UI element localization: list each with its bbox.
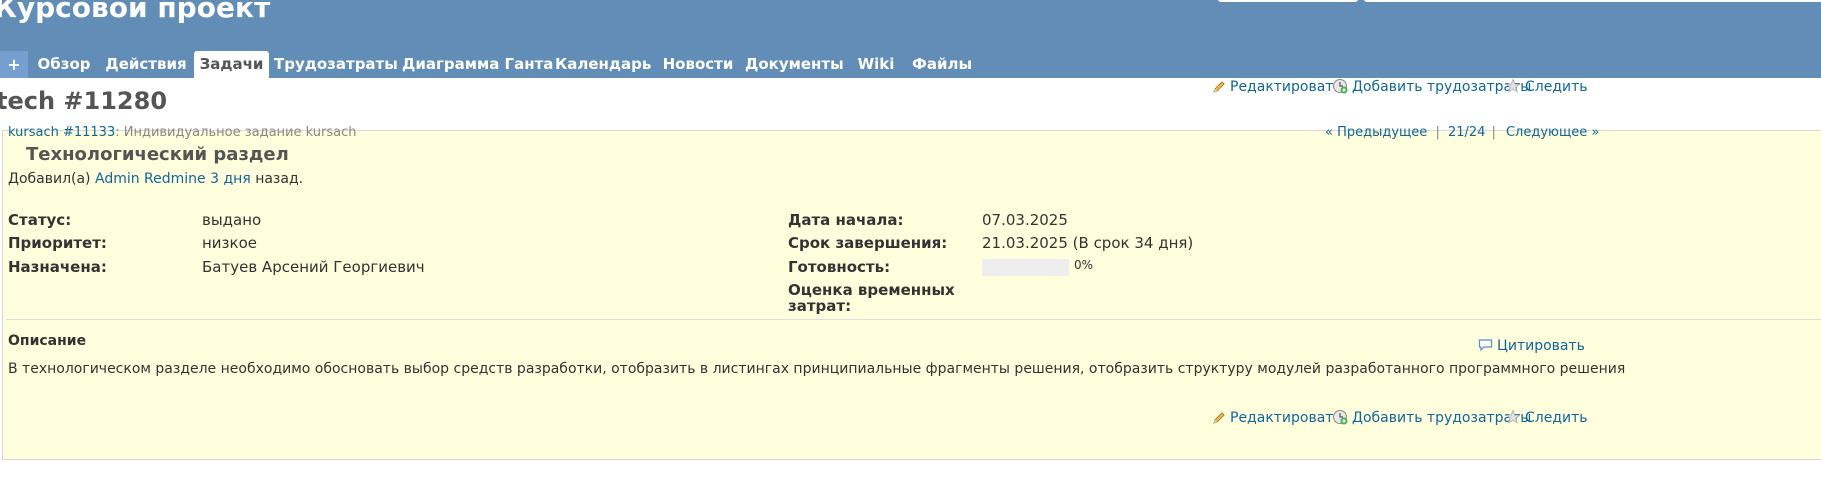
author-link[interactable]: Admin Redmine [95,171,206,187]
tab-wiki[interactable]: Wiki [852,51,900,78]
done-ratio-progress-bar [982,259,1069,276]
issue-navigation: « Предыдущее | 21/24 | Следующее » [1325,125,1599,140]
nav-separator: | [1435,125,1440,140]
edit-label: Редактировать [1230,410,1342,426]
parent-issue-line: kursach #11133: Индивидуальное задание k… [8,125,356,140]
tab-overview[interactable]: Обзор [32,51,96,78]
project-header: Курсовой проект + Обзор Действия Задачи … [0,0,1821,78]
start-date-value: 07.03.2025 [982,211,1068,229]
issue-subject: Технологический раздел [26,144,289,165]
watch-link[interactable]: Следить [1505,408,1588,428]
pencil-icon [1213,412,1225,424]
status-label: Статус: [8,211,72,229]
priority-value: низкое [202,234,257,252]
next-issue-link[interactable]: Следующее » [1506,125,1599,140]
tab-new-object[interactable]: + [0,51,28,78]
log-time-link[interactable]: Добавить трудозатраты [1332,408,1531,428]
issue-title: tech #11280 [0,87,168,115]
watch-label: Следить [1525,79,1588,95]
estimated-time-label-cont: затрат: [788,297,852,315]
edit-link[interactable]: Редактировать [1212,408,1342,428]
pencil-icon [1213,81,1225,93]
parent-issue-subject: : Индивидуальное задание kursach [115,125,357,140]
quick-search-box[interactable] [1218,0,1358,2]
start-date-label: Дата начала: [788,211,904,229]
project-title[interactable]: Курсовой проект [0,0,270,24]
description-heading: Описание [8,333,87,349]
tab-files[interactable]: Файлы [908,51,976,78]
done-ratio-value: 0% [1074,258,1094,272]
age-suffix: назад. [255,171,304,187]
project-jump-box[interactable] [1364,0,1821,2]
star-icon [1505,78,1521,93]
description-separator [6,319,1821,320]
edit-link[interactable]: Редактировать [1212,77,1342,97]
nav-separator: | [1491,125,1496,140]
watch-link[interactable]: Следить [1505,77,1588,97]
tab-calendar[interactable]: Календарь [555,51,651,78]
due-date-value: 21.03.2025 (В срок 34 дня) [982,234,1194,252]
quote-link[interactable]: Цитировать [1478,338,1585,354]
star-icon [1505,409,1521,424]
priority-label: Приоритет: [8,234,107,252]
edit-label: Редактировать [1230,79,1342,95]
tab-time-entries[interactable]: Трудозатраты [274,51,398,78]
tab-documents[interactable]: Документы [745,51,844,78]
speech-bubble-icon [1478,339,1493,352]
issue-position-link[interactable]: 21/24 [1448,125,1485,140]
issue-age-link[interactable]: 3 дня [210,171,251,187]
assignee-label: Назначена: [8,258,107,276]
done-ratio-label: Готовность: [788,258,891,276]
parent-issue-link[interactable]: kursach #11133 [8,125,115,140]
status-value: выдано [202,211,262,229]
assignee-link[interactable]: Батуев Арсений Георгиевич [202,258,425,276]
clock-add-icon [1333,79,1348,94]
watch-label: Следить [1525,410,1588,426]
clock-add-icon [1333,410,1348,425]
log-time-link[interactable]: Добавить трудозатраты [1332,77,1531,97]
tab-news[interactable]: Новости [660,51,736,78]
author-prefix: Добавил(а) [8,171,91,187]
author-line: Добавил(а) Admin Redmine 3 дня назад. [8,171,303,187]
tab-activity[interactable]: Действия [102,51,190,78]
due-date-label: Срок завершения: [788,234,948,252]
description-text: В технологическом разделе необходимо обо… [8,361,1626,377]
quote-label: Цитировать [1497,338,1585,354]
previous-issue-link[interactable]: « Предыдущее [1325,125,1427,140]
tab-issues[interactable]: Задачи [194,51,269,78]
tab-gantt[interactable]: Диаграмма Ганта [402,51,553,78]
